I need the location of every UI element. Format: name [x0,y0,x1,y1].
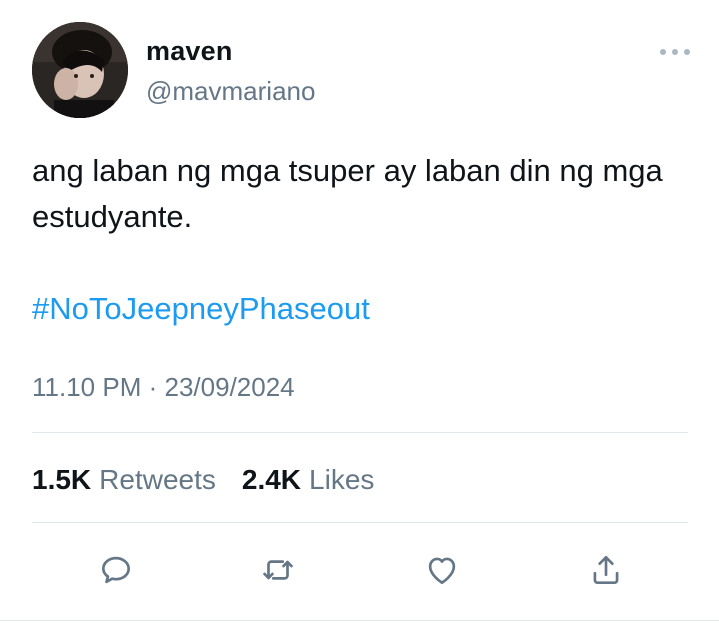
more-dots-icon[interactable] [660,44,690,60]
tweet-time: 11.10 PM [32,372,142,402]
tweet-timestamp: 11.10 PM · 23/09/2024 [32,372,295,403]
retweets-count: 1.5K [32,464,92,495]
reply-icon [101,556,131,584]
retweet-icon [263,560,293,580]
user-handle[interactable]: @mavmariano [146,76,315,107]
hashtag-link[interactable]: #NoToJeepneyPhaseout [32,286,370,332]
likes-label: Likes [309,464,375,495]
reply-button[interactable] [94,548,138,592]
tweet-text: ang laban ng mga tsuper ay laban din ng … [32,153,663,234]
tweet-date: 23/09/2024 [164,372,295,402]
display-name[interactable]: maven [146,36,233,67]
retweets-label: Retweets [99,464,216,495]
divider [32,522,688,523]
dot [672,49,678,55]
tweet-card: maven @mavmariano ang laban ng mga tsupe… [0,0,719,623]
bottom-divider [0,620,719,621]
retweets-stat[interactable]: 1.5K Retweets [32,464,216,496]
likes-stat[interactable]: 2.4K Likes [242,464,375,496]
retweet-button[interactable] [256,548,300,592]
dot [684,49,690,55]
dot [660,49,666,55]
avatar-image [32,22,128,118]
meta-separator: · [148,372,158,402]
action-bar [0,548,719,592]
heart-icon [428,557,456,585]
divider [32,432,688,433]
avatar[interactable] [32,22,128,118]
like-button[interactable] [420,548,464,592]
likes-count: 2.4K [241,464,302,495]
share-button[interactable] [584,548,628,592]
tweet-stats: 1.5K Retweets 2.4K Likes [32,464,374,496]
share-icon [593,555,619,585]
